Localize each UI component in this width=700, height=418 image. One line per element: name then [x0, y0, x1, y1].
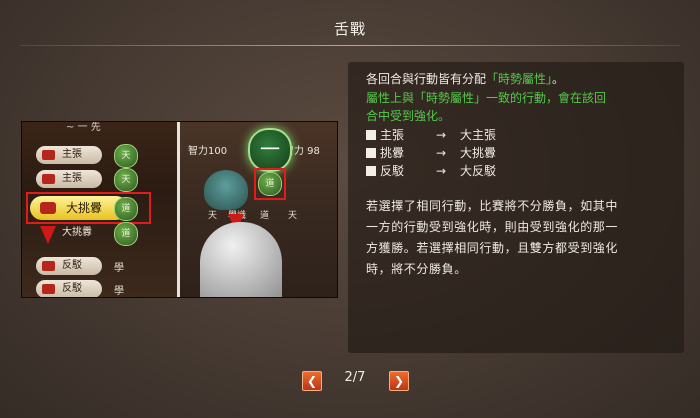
square-bullet-icon — [366, 166, 376, 176]
top-partial-text: ~ 一 先 — [66, 122, 101, 133]
screenshot-right-panel: 智力100 智力 98 一 道 天 學識 道 天 — [180, 122, 337, 297]
time-attribute-term: 「時勢屬性」 — [486, 72, 553, 86]
speech-icon — [42, 150, 55, 160]
attribute-badge: 道 — [114, 222, 138, 246]
stat-left: 智力100 — [188, 146, 228, 157]
speech-icon — [42, 284, 55, 294]
command-label: 反駁 — [62, 260, 82, 271]
strengthen-line-2: 合中受到強化。 — [366, 109, 451, 123]
bottom-badge-5: 天 — [288, 211, 298, 221]
attribute-badge: 天 — [114, 168, 138, 192]
attribute-label: 學 — [114, 263, 124, 274]
command-label: 大挑釁 — [62, 227, 92, 238]
description-panel: 各回合與行動皆有分配「時勢屬性」。 屬性上與「時勢屬性」一致的行動，會在該回 合… — [348, 62, 684, 353]
title-divider — [20, 45, 680, 46]
command-label: 反駁 — [62, 283, 82, 294]
speech-icon — [42, 261, 55, 271]
next-page-button[interactable]: ❯ — [389, 371, 409, 391]
tutorial-screenshot: ~ 一 先 主張 天 主張 天 大挑釁 道 大挑釁 道 反駁 學 反駁 學 智力… — [21, 121, 338, 298]
pointer-arrow-icon — [40, 226, 56, 244]
bottom-badge-3: 道 — [260, 211, 270, 221]
highlight-box — [254, 168, 286, 200]
command-button: 主張 — [36, 146, 102, 164]
command-button: 主張 — [36, 170, 102, 188]
strengthen-line-1: 屬性上與「時勢屬性」一致的行動，會在該回 — [366, 91, 607, 105]
figure-robe — [200, 222, 282, 297]
mapping-row: 挑釁 → 大挑釁 — [366, 144, 496, 161]
command-label: 主張 — [62, 149, 82, 160]
command-label: 主張 — [62, 173, 82, 184]
page-title: 舌戰 — [333, 20, 366, 38]
highlight-box — [26, 192, 151, 224]
figure-hat — [204, 170, 248, 210]
speech-icon — [42, 174, 55, 184]
page-indicator: 2/7 — [344, 370, 366, 385]
round-indicator: 一 — [248, 128, 292, 172]
attribute-badge: 天 — [114, 144, 138, 168]
attribute-label: 學 — [114, 286, 124, 297]
prev-page-button[interactable]: ❮ — [302, 371, 322, 391]
mapping-row: 反駁 → 大反駁 — [366, 162, 496, 179]
square-bullet-icon — [366, 130, 376, 140]
command-button: 反駁 — [36, 257, 102, 275]
bottom-badge-1: 天 — [208, 211, 218, 221]
square-bullet-icon — [366, 148, 376, 158]
screenshot-left-panel: ~ 一 先 主張 天 主張 天 大挑釁 道 大挑釁 道 反駁 學 反駁 學 — [22, 122, 177, 297]
command-button: 反駁 — [36, 280, 102, 297]
intro-line: 各回合與行動皆有分配「時勢屬性」。 — [366, 72, 565, 86]
mapping-row: 主張 → 大主張 — [366, 126, 496, 143]
result-paragraph: 若選擇了相同行動，比賽將不分勝負，如其中 一方的行動受到強化時，則由受到強化的那… — [366, 199, 619, 276]
